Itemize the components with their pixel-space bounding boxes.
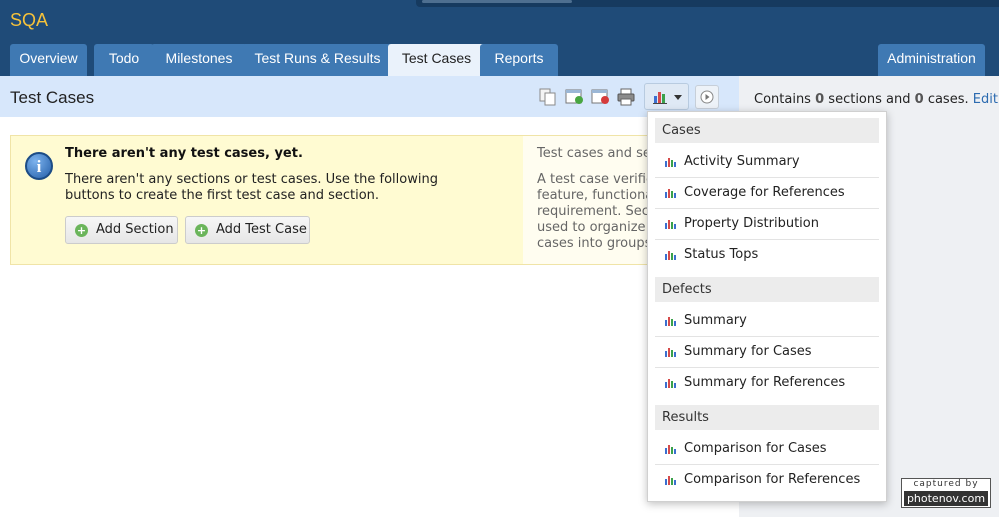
edit-link[interactable]: Edit (973, 92, 998, 107)
bar-chart-icon (665, 251, 676, 260)
bar-chart-icon (665, 189, 676, 198)
menu-item-label: Comparison for Cases (684, 441, 827, 456)
watermark-line2: photenov.com (904, 491, 988, 506)
reports-dropdown-menu: Cases Activity Summary Coverage for Refe… (647, 111, 887, 502)
bar-chart-icon (665, 220, 676, 229)
page-title: Test Cases (10, 88, 95, 107)
menu-item-label: Coverage for References (684, 185, 845, 200)
reports-dropdown-button[interactable] (644, 83, 689, 110)
menu-item-label: Summary for References (684, 375, 846, 390)
bar-chart-icon (665, 348, 676, 357)
menu-item-summary[interactable]: Summary (655, 306, 879, 337)
cases-count: 0 (914, 92, 924, 107)
menu-item-label: Comparison for References (684, 472, 861, 487)
tab-overview[interactable]: Overview (10, 44, 87, 76)
search-field-edge[interactable] (422, 0, 572, 3)
add-section-button[interactable]: + Add Section (65, 216, 178, 244)
notice-title: There aren't any test cases, yet. (65, 146, 303, 161)
watermark-line1: captured by (913, 479, 979, 489)
sections-count: 0 (815, 92, 825, 107)
info-icon: i (25, 152, 53, 180)
menu-item-label: Property Distribution (684, 216, 819, 231)
add-section-label: Add Section (96, 222, 174, 237)
watermark: captured by photenov.com (901, 478, 991, 508)
delete-export-icon[interactable] (591, 88, 611, 106)
contains-label: Contains (754, 92, 811, 107)
menu-item-summary-for-cases[interactable]: Summary for Cases (655, 337, 879, 368)
plus-icon: + (75, 224, 88, 237)
bar-chart-icon (665, 445, 676, 454)
bar-chart-icon (665, 379, 676, 388)
top-bar: SQA Overview Todo Milestones Test Runs &… (0, 0, 999, 76)
menu-item-label: Summary (684, 313, 747, 328)
menu-item-status-tops[interactable]: Status Tops (655, 240, 879, 271)
menu-item-property-distribution[interactable]: Property Distribution (655, 209, 879, 240)
bar-chart-icon (653, 92, 667, 104)
menu-item-label: Status Tops (684, 247, 759, 262)
tab-test-cases[interactable]: Test Cases (388, 44, 485, 76)
copy-icon[interactable] (538, 88, 558, 106)
bar-chart-icon (665, 158, 676, 167)
bar-chart-icon (665, 317, 676, 326)
export-icon[interactable] (565, 88, 585, 106)
add-test-case-button[interactable]: + Add Test Case (185, 216, 310, 244)
tab-reports[interactable]: Reports (480, 44, 558, 76)
tab-todo[interactable]: Todo (94, 44, 154, 76)
notice-body: There aren't any sections or test cases.… (65, 172, 438, 203)
menu-section-results: Results (655, 405, 879, 430)
menu-item-comparison-for-cases[interactable]: Comparison for Cases (655, 434, 879, 465)
run-report-button[interactable] (695, 85, 719, 109)
menu-item-summary-for-references[interactable]: Summary for References (655, 368, 879, 399)
plus-icon: + (195, 224, 208, 237)
menu-item-activity-summary[interactable]: Activity Summary (655, 147, 879, 178)
cases-label: cases. (927, 92, 969, 107)
menu-section-cases: Cases (655, 118, 879, 143)
sidebar-summary: Contains 0 sections and 0 cases. Edit (754, 92, 998, 107)
menu-section-defects: Defects (655, 277, 879, 302)
print-icon[interactable] (616, 88, 636, 106)
tab-administration[interactable]: Administration (878, 44, 985, 76)
help-title: Test cases and sec (537, 146, 659, 161)
empty-state-notice: i There aren't any test cases, yet. Ther… (10, 135, 739, 265)
app-title[interactable]: SQA (10, 10, 48, 31)
chevron-down-icon (674, 95, 682, 100)
menu-item-comparison-for-references[interactable]: Comparison for References (655, 465, 879, 496)
menu-item-coverage-for-references[interactable]: Coverage for References (655, 178, 879, 209)
bar-chart-icon (665, 476, 676, 485)
menu-item-label: Summary for Cases (684, 344, 812, 359)
menu-item-label: Activity Summary (684, 154, 800, 169)
add-test-case-label: Add Test Case (216, 222, 307, 237)
tab-milestones[interactable]: Milestones (151, 44, 247, 76)
sections-label: sections and (828, 92, 911, 107)
tab-test-runs-results[interactable]: Test Runs & Results (242, 44, 393, 76)
content-header: Test Cases (0, 76, 739, 117)
run-icon (700, 90, 714, 104)
user-strip (416, 0, 999, 7)
